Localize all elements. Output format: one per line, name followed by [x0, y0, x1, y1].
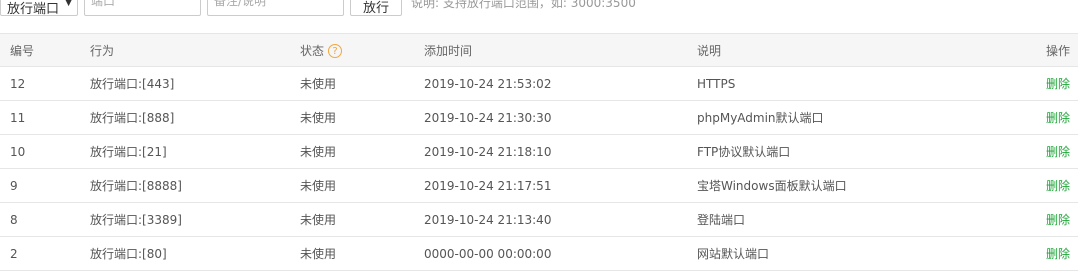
delete-link[interactable]: 删除 — [1046, 111, 1070, 125]
header-ops: 操作 — [1010, 33, 1078, 67]
cell-action: 放行端口:[443] — [90, 66, 300, 101]
cell-desc: 网站默认端口 — [697, 236, 1010, 271]
cell-desc: phpMyAdmin默认端口 — [697, 100, 1010, 135]
rule-type-select[interactable]: 放行端口 ▼ — [0, 0, 78, 17]
cell-desc: FTP协议默认端口 — [697, 134, 1010, 169]
delete-link[interactable]: 删除 — [1046, 145, 1070, 159]
cell-id: 2 — [0, 236, 90, 271]
help-icon[interactable]: ? — [328, 44, 343, 58]
rule-type-select-value: 放行端口 — [7, 2, 60, 17]
header-status: 状态? — [300, 33, 424, 67]
cell-time: 2019-10-24 21:18:10 — [424, 134, 697, 169]
header-id: 编号 — [0, 33, 90, 67]
cell-desc: 登陆端口 — [697, 202, 1010, 237]
cell-id: 8 — [0, 202, 90, 237]
cell-id: 10 — [0, 134, 90, 169]
firewall-toolbar: 放行端口 ▼ 放行 说明: 支持放行端口范围，如: 3000:3500 — [0, 0, 1085, 34]
header-desc: 说明 — [697, 33, 1010, 67]
delete-link[interactable]: 删除 — [1046, 77, 1070, 91]
table-row: 12 放行端口:[443] 未使用 2019-10-24 21:53:02 HT… — [0, 66, 1078, 101]
cell-action: 放行端口:[3389] — [90, 202, 300, 237]
cell-id: 9 — [0, 168, 90, 203]
cell-status: 未使用 — [300, 168, 424, 203]
cell-status: 未使用 — [300, 100, 424, 135]
allow-port-button[interactable]: 放行 — [350, 0, 402, 16]
delete-link[interactable]: 删除 — [1046, 213, 1070, 227]
cell-status: 未使用 — [300, 134, 424, 169]
cell-action: 放行端口:[21] — [90, 134, 300, 169]
cell-status: 未使用 — [300, 236, 424, 271]
cell-time: 2019-10-24 21:17:51 — [424, 168, 697, 203]
table-header-row: 编号 行为 状态? 添加时间 说明 操作 — [0, 33, 1078, 67]
header-status-label: 状态 — [300, 43, 325, 58]
table-row: 2 放行端口:[80] 未使用 0000-00-00 00:00:00 网站默认… — [0, 236, 1078, 271]
cell-id: 11 — [0, 100, 90, 135]
cell-status: 未使用 — [300, 202, 424, 237]
header-action: 行为 — [90, 33, 300, 67]
cell-id: 12 — [0, 66, 90, 101]
cell-desc: 宝塔Windows面板默认端口 — [697, 168, 1010, 203]
cell-desc: HTTPS — [697, 66, 1010, 101]
cell-status: 未使用 — [300, 66, 424, 101]
cell-action: 放行端口:[888] — [90, 100, 300, 135]
cell-action: 放行端口:[80] — [90, 236, 300, 271]
table-row: 9 放行端口:[8888] 未使用 2019-10-24 21:17:51 宝塔… — [0, 168, 1078, 203]
header-time: 添加时间 — [424, 33, 697, 67]
port-input[interactable] — [84, 0, 201, 16]
table-row: 8 放行端口:[3389] 未使用 2019-10-24 21:13:40 登陆… — [0, 202, 1078, 237]
delete-link[interactable]: 删除 — [1046, 247, 1070, 261]
cell-time: 2019-10-24 21:30:30 — [424, 100, 697, 135]
delete-link[interactable]: 删除 — [1046, 179, 1070, 193]
cell-action: 放行端口:[8888] — [90, 168, 300, 203]
cell-time: 2019-10-24 21:53:02 — [424, 66, 697, 101]
cell-time: 0000-00-00 00:00:00 — [424, 236, 697, 271]
note-input[interactable] — [207, 0, 344, 16]
table-row: 11 放行端口:[888] 未使用 2019-10-24 21:30:30 ph… — [0, 100, 1078, 135]
cell-time: 2019-10-24 21:13:40 — [424, 202, 697, 237]
chevron-down-icon: ▼ — [65, 0, 72, 8]
table-row: 10 放行端口:[21] 未使用 2019-10-24 21:18:10 FTP… — [0, 134, 1078, 169]
firewall-rules-table: 编号 行为 状态? 添加时间 说明 操作 12 放行端口:[443] 未使用 2… — [0, 33, 1078, 271]
port-range-hint: 说明: 支持放行端口范围，如: 3000:3500 — [411, 0, 636, 10]
